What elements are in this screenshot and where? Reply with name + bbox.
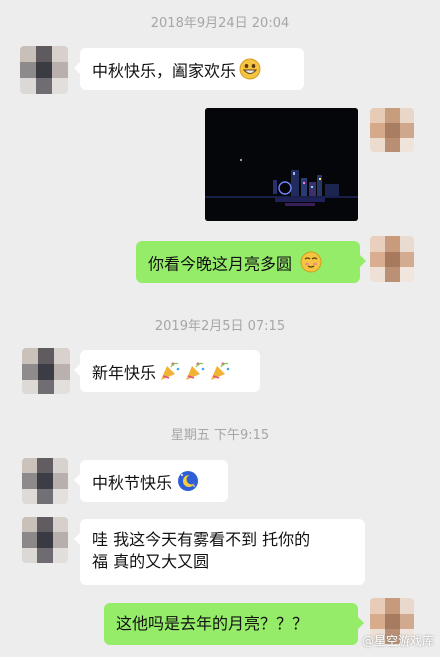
party-popper-icon xyxy=(209,360,231,388)
message-text-line: 福 真的又大又圆 xyxy=(92,552,210,571)
message-bubble-incoming[interactable]: 中秋节快乐 xyxy=(74,460,228,502)
watermark: @星空游戏库 xyxy=(361,634,434,648)
grin-emoji-icon xyxy=(239,58,261,86)
message-bubble-outgoing[interactable]: 你看今晚这月亮多圆 xyxy=(136,241,366,283)
timestamp: 星期五 下午9:15 xyxy=(170,428,270,443)
message-bubble-incoming[interactable]: 哇 我这今天有雾看不到 托你的 福 真的又大又圆 xyxy=(74,519,365,585)
timestamp: 2019年2月5日 07:15 xyxy=(154,319,286,334)
my-avatar[interactable] xyxy=(370,236,414,282)
message-text: 这他吗是去年的月亮？？？ xyxy=(116,614,309,633)
message-text-line: 哇 我这今天有雾看不到 托你的 xyxy=(92,530,311,549)
moon-emoji-icon xyxy=(177,470,199,498)
message-bubble-outgoing[interactable]: 这他吗是去年的月亮？？？ xyxy=(104,603,364,645)
party-popper-icon xyxy=(159,360,181,388)
night-city-photo[interactable] xyxy=(205,108,358,221)
party-popper-icon xyxy=(184,360,206,388)
message-bubble-incoming[interactable]: 中秋快乐，阖家欢乐 xyxy=(74,48,304,90)
message-text: 你看今晚这月亮多圆 xyxy=(148,254,293,274)
contact-avatar[interactable] xyxy=(22,517,68,563)
message-text: 新年快乐 xyxy=(92,363,157,383)
smirk-emoji-icon xyxy=(300,251,322,279)
contact-avatar[interactable] xyxy=(22,348,70,394)
timestamp: 2018年9月24日 20:04 xyxy=(150,16,290,31)
message-text: 中秋快乐，阖家欢乐 xyxy=(92,61,237,81)
message-text: 中秋节快乐 xyxy=(92,473,173,493)
contact-avatar[interactable] xyxy=(20,46,68,94)
contact-avatar[interactable] xyxy=(22,458,68,504)
my-avatar[interactable] xyxy=(370,108,414,152)
message-bubble-incoming[interactable]: 新年快乐 xyxy=(74,350,260,392)
